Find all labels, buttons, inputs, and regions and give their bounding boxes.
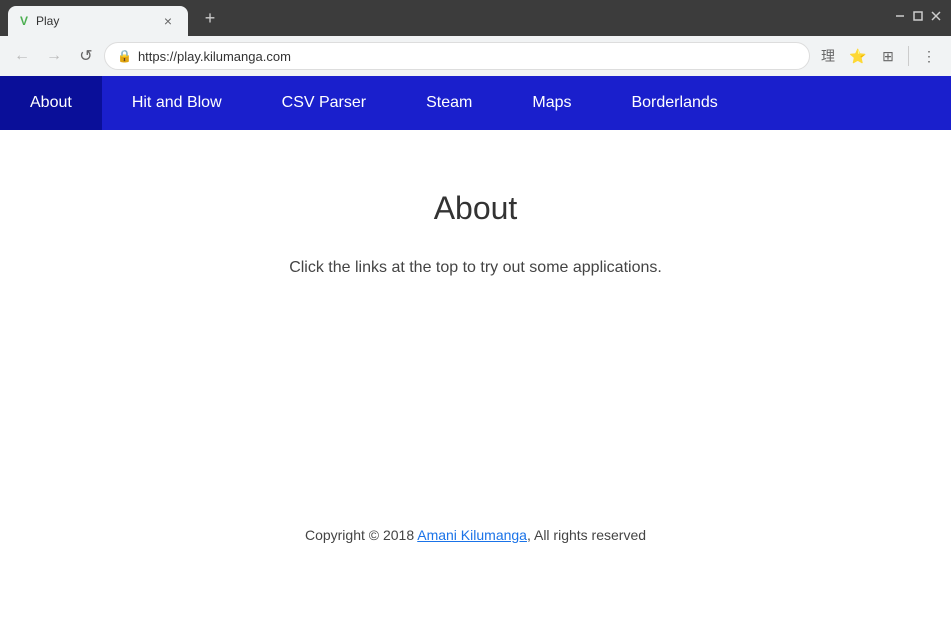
- window-controls: [893, 9, 943, 23]
- back-icon: ←: [14, 47, 30, 65]
- minimize-button[interactable]: [893, 9, 907, 23]
- reload-icon: ↺: [79, 46, 92, 66]
- menu-button[interactable]: ⋮: [915, 42, 943, 70]
- toolbar-separator: [908, 46, 909, 66]
- forward-button[interactable]: →: [40, 42, 68, 70]
- page-content: About Click the links at the top to try …: [269, 130, 682, 563]
- reload-button[interactable]: ↺: [72, 42, 100, 70]
- title-bar: V Play × +: [0, 0, 951, 36]
- extension-button[interactable]: ⊞: [874, 42, 902, 70]
- address-input[interactable]: 🔒 https://play.kilumanga.com: [104, 42, 810, 70]
- browser-chrome: V Play × + ← → ↺ �: [0, 0, 951, 130]
- nav-item-csv-parser[interactable]: CSV Parser: [252, 76, 396, 130]
- nav-item-steam[interactable]: Steam: [396, 76, 502, 130]
- nav-item-hit-and-blow[interactable]: Hit and Blow: [102, 76, 252, 130]
- page-title: About: [434, 190, 518, 227]
- address-bar: ← → ↺ 🔒 https://play.kilumanga.com 理 ⭐ ⊞…: [0, 36, 951, 76]
- tab-favicon: V: [20, 14, 28, 28]
- tab-strip: V Play × +: [8, 0, 893, 36]
- footer-author-link[interactable]: Amani Kilumanga: [417, 527, 527, 543]
- bookmark-button[interactable]: ⭐: [844, 42, 872, 70]
- forward-icon: →: [46, 47, 62, 65]
- footer-suffix: , All rights reserved: [527, 527, 646, 543]
- maximize-button[interactable]: [911, 9, 925, 23]
- page-footer: Copyright © 2018 Amani Kilumanga, All ri…: [0, 527, 951, 543]
- content-area: About Click the links at the top to try …: [0, 130, 951, 563]
- new-tab-button[interactable]: +: [196, 4, 224, 32]
- nav-item-about[interactable]: About: [0, 76, 102, 130]
- tab-close-button[interactable]: ×: [160, 13, 176, 29]
- page-description: Click the links at the top to try out so…: [289, 259, 662, 277]
- close-window-button[interactable]: [929, 9, 943, 23]
- footer-prefix: Copyright © 2018: [305, 527, 417, 543]
- site-nav: About Hit and Blow CSV Parser Steam Maps…: [0, 76, 951, 130]
- back-button[interactable]: ←: [8, 42, 36, 70]
- tab-title: Play: [36, 14, 152, 28]
- toolbar-icons: 理 ⭐ ⊞ ⋮: [814, 42, 943, 70]
- nav-item-maps[interactable]: Maps: [502, 76, 601, 130]
- translate-button[interactable]: 理: [814, 42, 842, 70]
- active-tab[interactable]: V Play ×: [8, 6, 188, 36]
- lock-icon: 🔒: [117, 49, 132, 63]
- nav-item-borderlands[interactable]: Borderlands: [601, 76, 747, 130]
- url-text: https://play.kilumanga.com: [138, 49, 797, 64]
